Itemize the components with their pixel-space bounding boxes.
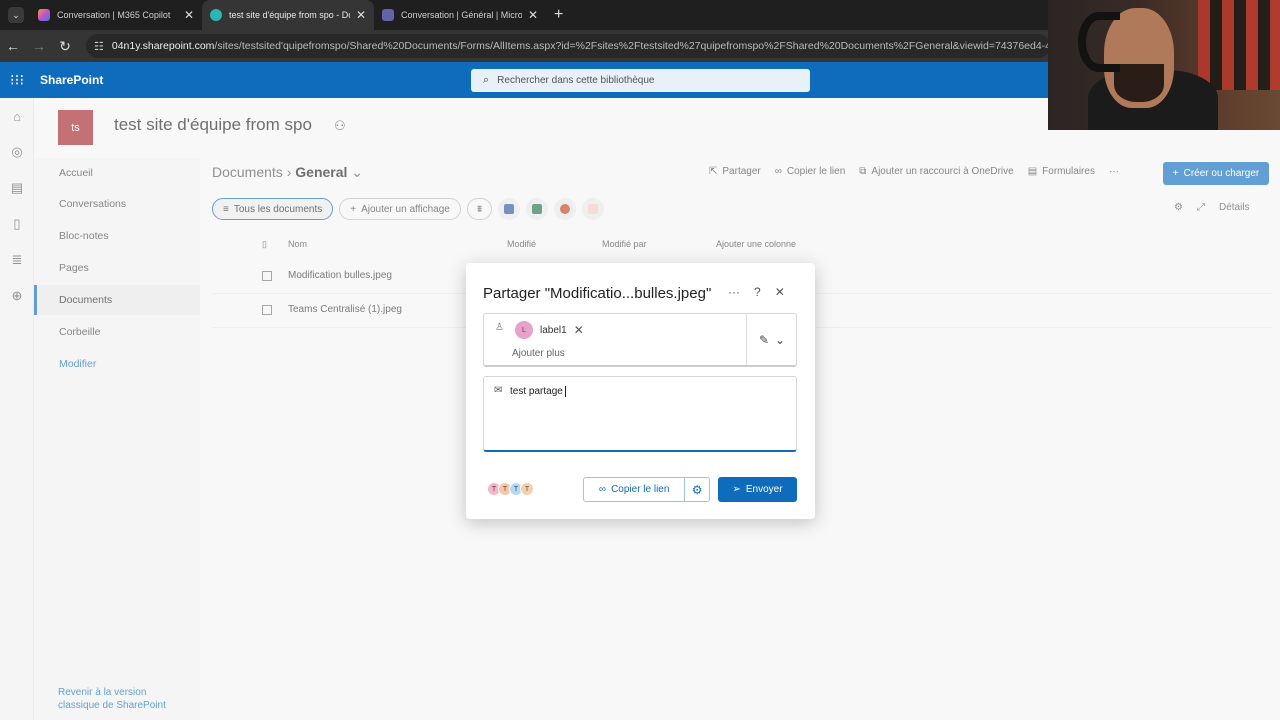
headphones-icon: [1078, 12, 1120, 72]
browser-tab-copilot[interactable]: Conversation | M365 Copilot ✕: [30, 0, 202, 30]
copy-link-split-button: ∞ Copier le lien ⚙: [583, 477, 710, 502]
more-options-icon[interactable]: ···: [728, 285, 740, 299]
webcam-overlay: [1048, 0, 1280, 130]
search-icon: ⌕: [483, 74, 490, 86]
close-tab-icon[interactable]: ✕: [356, 8, 366, 22]
url-host: 04n1y.sharepoint.com: [111, 40, 215, 52]
link-settings-icon[interactable]: ⚙: [684, 478, 709, 501]
dialog-actions: ··· ? ✕: [728, 285, 785, 299]
message-textarea[interactable]: ✉ test partage: [483, 376, 797, 452]
help-icon[interactable]: ?: [754, 285, 761, 299]
webcam-jersey: [1198, 0, 1280, 90]
new-tab-icon[interactable]: +: [554, 6, 563, 24]
chevron-down-icon: ⌄: [775, 332, 786, 347]
sharepoint-favicon-icon: [210, 9, 222, 21]
tab-title: Conversation | M365 Copilot: [57, 10, 171, 20]
library-search-input[interactable]: ⌕ Rechercher dans cette bibliothèque: [471, 69, 810, 92]
search-placeholder: Rechercher dans cette bibliothèque: [497, 75, 655, 86]
recipient-avatar: L: [515, 321, 533, 339]
share-dialog: Partager "Modificatio...bulles.jpeg" ···…: [466, 263, 815, 519]
close-tab-icon[interactable]: ✕: [184, 8, 194, 22]
recipients-field[interactable]: ♙ L label1 ✕ Ajouter plus ✎ ⌄: [483, 313, 797, 367]
browser-tab-teams[interactable]: Conversation | Général | Microsoft ✕: [374, 0, 546, 30]
tab-search-icon[interactable]: ⌄: [8, 7, 24, 23]
back-icon[interactable]: ←: [0, 38, 26, 54]
send-icon: ➢: [732, 484, 741, 495]
teams-favicon-icon: [382, 9, 394, 21]
app-launcher-icon[interactable]: ⁝⁝⁝: [0, 71, 34, 89]
url-path: /sites/testsited'quipefromspo/Shared%20D…: [214, 40, 1050, 52]
link-icon: ∞: [598, 484, 607, 495]
forward-icon[interactable]: →: [26, 38, 52, 54]
send-label: Envoyer: [745, 484, 783, 495]
remove-recipient-icon[interactable]: ✕: [574, 323, 584, 337]
add-more-input[interactable]: Ajouter plus: [512, 348, 565, 359]
reload-icon[interactable]: ↻: [52, 38, 78, 55]
recipient-chip[interactable]: L label1 ✕: [513, 319, 592, 341]
site-info-icon[interactable]: ☷: [94, 40, 104, 53]
share-dialog-title: Partager "Modificatio...bulles.jpeg": [483, 285, 712, 302]
copy-link-button[interactable]: ∞ Copier le lien: [584, 478, 684, 501]
person-icon: ♙: [495, 322, 504, 333]
close-tab-icon[interactable]: ✕: [528, 8, 538, 22]
recipient-name: label1: [540, 324, 567, 336]
address-bar[interactable]: ☷ 04n1y.sharepoint.com/sites/testsited'q…: [86, 34, 1050, 58]
tab-title: test site d'équipe from spo - Docu: [229, 10, 350, 20]
message-text: test partage: [510, 386, 566, 397]
close-icon[interactable]: ✕: [775, 285, 785, 299]
shared-with-avatars[interactable]: T T T T: [487, 482, 534, 496]
message-icon: ✉: [494, 385, 503, 396]
tab-title: Conversation | Général | Microsoft: [401, 10, 522, 20]
avatar: T: [520, 482, 534, 496]
copilot-favicon-icon: [38, 9, 50, 21]
copy-link-label: Copier le lien: [611, 484, 670, 495]
permission-dropdown[interactable]: ✎ ⌄: [746, 314, 797, 365]
webcam-person-beard: [1114, 64, 1164, 102]
browser-tab-sharepoint[interactable]: test site d'équipe from spo - Docu ✕: [202, 0, 374, 30]
sharepoint-brand[interactable]: SharePoint: [40, 73, 103, 87]
send-button[interactable]: ➢ Envoyer: [718, 477, 797, 502]
pencil-icon: ✎: [758, 332, 769, 347]
